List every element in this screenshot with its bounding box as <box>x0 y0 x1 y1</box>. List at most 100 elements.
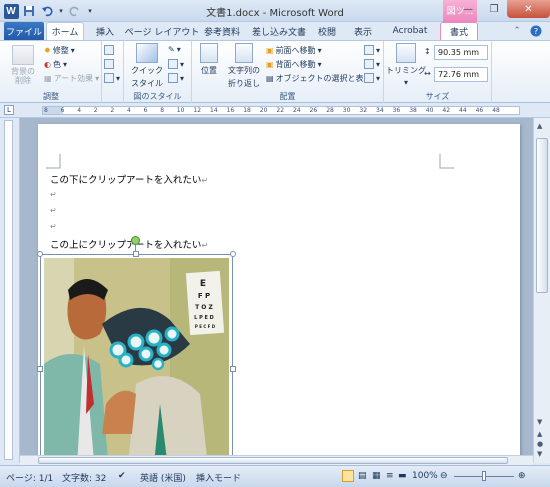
scroll-thumb[interactable] <box>536 138 548 293</box>
vertical-scrollbar[interactable]: ▲ ▼ ▲ ● ▼ <box>533 118 550 463</box>
tab-references[interactable]: 参考資料 <box>200 22 244 40</box>
scroll-down-icon[interactable]: ▼ <box>537 418 542 426</box>
svg-text:?: ? <box>534 27 538 36</box>
paragraph-line-4[interactable]: この上にクリップアートを入れたい↵ <box>50 237 208 251</box>
next-page-icon[interactable]: ▼ <box>537 450 542 458</box>
draft-view-icon[interactable]: ▬ <box>398 471 407 481</box>
send-backward-button[interactable]: ▣ 背面へ移動 ▾ <box>266 59 322 70</box>
ruler-number: 2 <box>110 107 115 114</box>
tab-home[interactable]: ホーム <box>46 22 84 40</box>
remove-background-button[interactable]: 背景の削除 <box>6 45 40 85</box>
corrections-button[interactable]: ✹ 修整 ▾ <box>44 45 75 56</box>
picture-border-icon[interactable]: ✎ ▾ <box>168 45 181 54</box>
tab-insert[interactable]: 挿入 <box>88 22 122 40</box>
ruler-number: 22 <box>276 107 285 114</box>
maximize-button[interactable]: ❐ <box>481 0 507 18</box>
document-page[interactable]: この下にクリップアートを入れたい↵ ↵ ↵ ↵ この上にクリップアートを入れたい… <box>37 124 520 463</box>
minimize-button[interactable]: — <box>455 0 481 18</box>
status-language[interactable]: 英語 (米国) <box>140 471 186 484</box>
selection-pane-icon: ▤ <box>266 74 274 83</box>
color-icon: ◐ <box>44 60 51 69</box>
tab-mailings[interactable]: 差し込み文書 <box>248 22 310 40</box>
group-picture-styles: クイック スタイル ✎ ▾ ▾ ▾ 図のスタイル <box>124 41 192 103</box>
empty-paragraph-1[interactable]: ↵ <box>50 190 57 199</box>
previous-page-icon[interactable]: ▲ <box>537 430 542 438</box>
ruler-number: 16 <box>226 107 235 114</box>
status-page[interactable]: ページ: 1/1 <box>6 471 53 484</box>
group-adjust: 背景の削除 ✹ 修整 ▾ ◐ 色 ▾ ▦ アート効果 ▾ ▾ 調整 <box>0 41 120 103</box>
status-zoom-level[interactable]: 100% <box>412 471 438 481</box>
outline-view-icon[interactable]: ≡ <box>386 471 394 481</box>
ruler-number: 8 <box>160 107 165 114</box>
color-button[interactable]: ◐ 色 ▾ <box>44 59 67 70</box>
empty-paragraph-2[interactable]: ↵ <box>50 206 57 215</box>
resize-handle-e[interactable] <box>230 366 236 372</box>
selection-pane-button[interactable]: ▤ オブジェクトの選択と表示 <box>266 73 372 84</box>
ruler-number: 26 <box>309 107 318 114</box>
quick-styles-button[interactable]: クイック スタイル <box>131 43 163 89</box>
quick-styles-icon <box>136 43 158 63</box>
crop-icon <box>396 43 416 63</box>
tab-page-layout[interactable]: ページ レイアウト <box>124 22 200 40</box>
bring-forward-button[interactable]: ▣ 前面へ移動 ▾ <box>266 45 322 56</box>
status-insert-mode[interactable]: 挿入モード <box>196 471 241 484</box>
ruler-number: 10 <box>176 107 185 114</box>
scroll-up-icon[interactable]: ▲ <box>537 122 542 130</box>
tab-format[interactable]: 書式 <box>440 22 478 40</box>
tab-file[interactable]: ファイル <box>4 22 44 40</box>
full-screen-view-icon[interactable]: ▤ <box>358 471 367 481</box>
ribbon-tabs: ファイル ホーム 挿入 ページ レイアウト 参考資料 差し込み文書 校閲 表示 … <box>0 22 550 40</box>
help-icon[interactable]: ? <box>528 22 544 40</box>
crop-button[interactable]: トリミング ▾ <box>386 43 426 87</box>
horizontal-ruler[interactable]: L 8 6 4 2 2 4 6 8 10 12 14 16 18 20 22 24 26 28 30 32 34 36 38… <box>0 103 550 118</box>
ruler-number: 8 <box>44 107 48 114</box>
resize-handle-w[interactable] <box>37 366 43 372</box>
print-layout-view-icon[interactable] <box>342 470 354 482</box>
horizontal-scrollbar[interactable] <box>20 455 533 465</box>
proofing-icon[interactable]: ✔ <box>118 471 126 481</box>
selection-frame <box>40 254 233 463</box>
ruler-number: 38 <box>409 107 417 114</box>
height-input[interactable]: 90.35 mm <box>434 45 488 60</box>
ruler-number: 12 <box>193 107 202 114</box>
close-button[interactable]: ✕ <box>507 0 550 18</box>
wrap-text-button[interactable]: 文字列の 折り返し <box>224 43 264 89</box>
status-word-count[interactable]: 文字数: 32 <box>62 471 106 484</box>
rotate-icon[interactable]: ▾ <box>364 73 380 83</box>
picture-effects-icon[interactable]: ▾ <box>168 59 184 69</box>
ruler-number: 4 <box>127 107 131 114</box>
align-icon[interactable]: ▾ <box>364 45 380 55</box>
tab-selector[interactable]: L <box>4 105 14 115</box>
rotate-handle[interactable] <box>131 236 140 245</box>
zoom-out-icon[interactable]: ⊖ <box>440 471 448 481</box>
title-bar: W ▾ ▾ 文書1.docx - Microsoft Word 図ツ... — … <box>0 0 550 22</box>
picture-layout-icon[interactable]: ▾ <box>168 73 184 83</box>
browse-object-icon[interactable]: ● <box>537 440 543 448</box>
bring-forward-icon: ▣ <box>266 46 274 55</box>
zoom-slider-thumb[interactable] <box>482 471 486 481</box>
tab-acrobat[interactable]: Acrobat <box>386 22 434 40</box>
ruler-number: 46 <box>475 107 484 114</box>
group-size: トリミング ▾ ↕ 90.35 mm ↔ 72.76 mm サイズ <box>384 41 492 103</box>
group-icon[interactable]: ▾ <box>364 59 380 69</box>
resize-handle-ne[interactable] <box>230 251 236 257</box>
sun-icon: ✹ <box>44 46 51 55</box>
vertical-ruler[interactable] <box>0 118 20 463</box>
tab-review[interactable]: 校閲 <box>312 22 342 40</box>
zoom-in-icon[interactable]: ⊕ <box>518 471 526 481</box>
width-input[interactable]: 72.76 mm <box>434 67 488 82</box>
empty-paragraph-3[interactable]: ↵ <box>50 222 57 231</box>
horizontal-scroll-thumb[interactable] <box>38 457 508 464</box>
artistic-effects-button[interactable]: ▦ アート効果 ▾ <box>44 73 99 84</box>
position-button[interactable]: 位置 <box>198 43 220 76</box>
resize-handle-nw[interactable] <box>37 251 43 257</box>
resize-handle-n[interactable] <box>133 251 139 257</box>
clipart-image[interactable]: E F P T O Z L P E D P E C F D <box>37 236 236 463</box>
paragraph-line-1[interactable]: この下にクリップアートを入れたい↵ <box>50 172 208 186</box>
ruler-number: 6 <box>143 107 148 114</box>
artistic-effects-icon: ▦ <box>44 74 52 83</box>
ruler-number: 6 <box>60 107 65 114</box>
web-layout-view-icon[interactable]: ▦ <box>372 471 381 481</box>
tab-view[interactable]: 表示 <box>348 22 378 40</box>
minimize-ribbon-icon[interactable]: ⌃ <box>510 22 524 40</box>
